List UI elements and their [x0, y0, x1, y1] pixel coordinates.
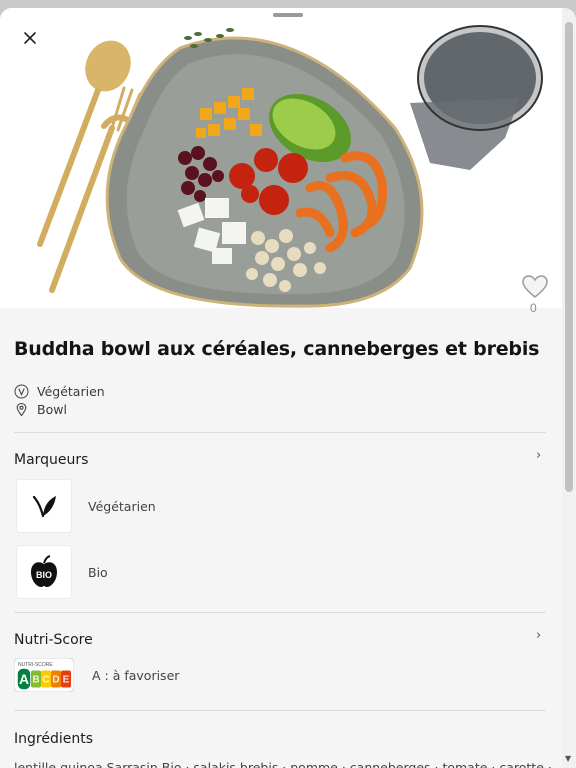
favorite-button[interactable] [521, 274, 549, 300]
drag-handle[interactable] [273, 13, 303, 17]
scroll-down-arrow[interactable]: ▼ [565, 754, 571, 763]
recipe-sheet: 0 Buddha bowl aux céréales, canneberges … [0, 8, 576, 768]
markers-section-title: Marqueurs [14, 452, 89, 468]
divider [14, 432, 546, 433]
nutriscore-logo: NUTRI-SCORE ABCDE [13, 657, 75, 693]
buddha-bowl-illustration [0, 8, 562, 308]
nutriscore-row: NUTRI-SCORE ABCDE A : à favoriser [13, 657, 180, 693]
ingredients-list: lentille quinoa Sarrasin Bio · salakis b… [14, 760, 552, 768]
nutriscore-grade-label: A [19, 671, 29, 687]
bio-badge-text: BIO [36, 570, 52, 580]
scroll-thumb[interactable] [565, 22, 573, 492]
leaf-icon [16, 479, 72, 533]
scrollbar[interactable]: ▼ [562, 8, 576, 768]
recipe-title: Buddha bowl aux céréales, canneberges et… [14, 338, 540, 360]
nutriscore-grade-label: B [32, 675, 39, 686]
nutriscore-caption: NUTRI-SCORE [18, 662, 53, 668]
nutriscore-description: A : à favoriser [92, 667, 180, 683]
chevron-right-icon[interactable]: › [536, 448, 541, 463]
marker-label: Végétarien [88, 498, 156, 514]
location-pin-icon [14, 402, 29, 417]
nutriscore-grade-label: E [63, 675, 70, 686]
close-button[interactable] [14, 22, 46, 54]
diet-row: Végétarien [14, 384, 105, 399]
nutriscore-section-title: Nutri-Score [14, 632, 93, 648]
nutriscore-grade-label: C [42, 675, 49, 686]
nutriscore-grade-label: D [52, 675, 59, 686]
bio-apple-icon: BIO [16, 545, 72, 599]
marker-label: Bio [88, 564, 108, 580]
heart-icon [522, 275, 548, 298]
divider [14, 612, 546, 613]
marker-item-vegetarian: Végétarien [16, 479, 156, 533]
divider [14, 710, 546, 711]
favorite-count: 0 [530, 301, 537, 315]
diet-label: Végétarien [37, 384, 105, 399]
close-icon [24, 32, 36, 44]
vegetarian-v-icon [14, 384, 29, 399]
category-row: Bowl [14, 402, 67, 417]
recipe-details: Buddha bowl aux céréales, canneberges et… [0, 308, 562, 768]
ingredients-section-title: Ingrédients [14, 731, 93, 747]
recipe-photo [0, 8, 562, 308]
marker-item-bio: BIO Bio [16, 545, 108, 599]
category-label: Bowl [37, 402, 67, 417]
chevron-right-icon[interactable]: › [536, 628, 541, 643]
